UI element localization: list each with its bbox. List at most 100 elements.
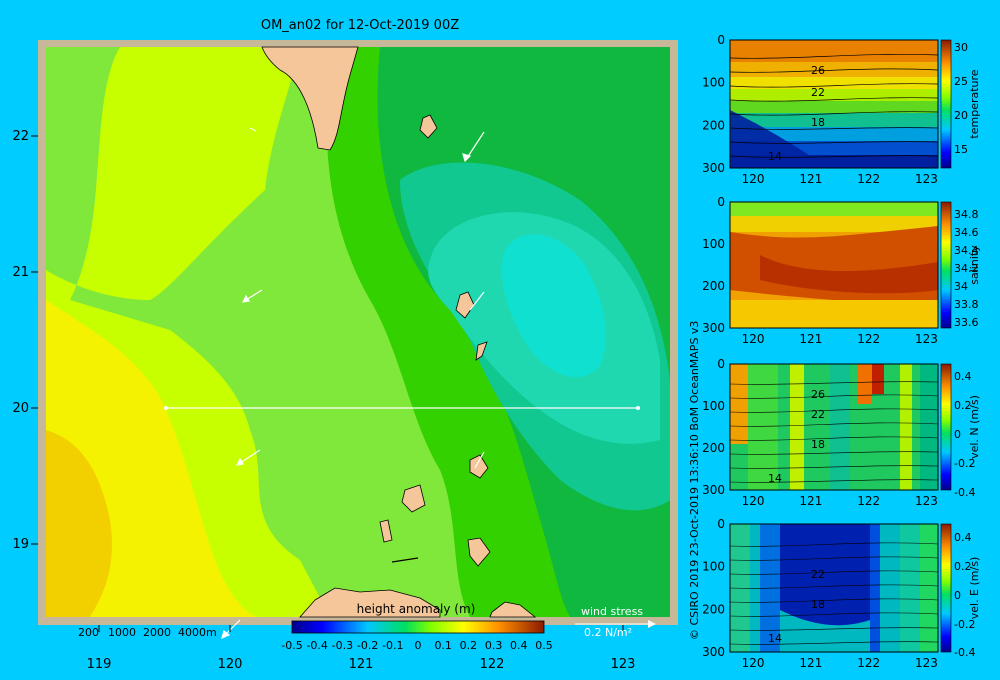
map-x-tick: 120 — [218, 657, 243, 672]
panel-depth-tick: 300 — [702, 161, 725, 175]
contour-label: 18 — [811, 438, 825, 451]
panel-depth-tick: 300 — [702, 483, 725, 497]
colorbar-tick: 0.4 — [510, 639, 528, 652]
contour-label: 14 — [768, 632, 782, 645]
panel-lon-tick: 121 — [799, 172, 822, 186]
panel-lon-tick: 122 — [857, 494, 880, 508]
panel-depth-tick: 200 — [702, 441, 725, 455]
figure: OM_an02 for 12-Oct-2019 00Z 119 120 121 … — [12, 18, 981, 672]
depth-label: 2000 — [143, 626, 171, 639]
map-panel: 119 120 121 122 123 22 21 20 19 200 1000… — [12, 40, 678, 672]
cbar-tick: 34 — [954, 280, 968, 293]
panel-depth-tick: 300 — [702, 645, 725, 659]
panel-lon-tick: 123 — [915, 332, 938, 346]
contour-label: 18 — [811, 598, 825, 611]
panel-depth-tick: 100 — [702, 560, 725, 574]
panel-lon-tick: 120 — [742, 656, 765, 670]
panel-depth-tick: 300 — [702, 321, 725, 335]
cbar-tick: 34.8 — [954, 208, 979, 221]
colorbar-tick: 0.3 — [485, 639, 503, 652]
panel-depth-tick: 200 — [702, 118, 725, 132]
credit-text: © CSIRO 2019 23-Oct-2019 13:36:10 BoM Oc… — [688, 321, 701, 640]
panel-lon-tick: 120 — [742, 172, 765, 186]
panel-lon-tick: 122 — [857, 172, 880, 186]
colorbar-tick: -0.2 — [357, 639, 378, 652]
cbar-tick: 25 — [954, 75, 968, 88]
panel-depth-tick: 100 — [702, 76, 725, 90]
panel-ylabel: vel. E (m/s) — [968, 557, 981, 620]
wind-stress-label: wind stress — [581, 605, 643, 618]
panel-ylabel: vel. N (m/s) — [968, 395, 981, 459]
depth-legend: 200 1000 2000 4000m — [78, 626, 217, 639]
panel-depth-tick: 0 — [717, 33, 725, 47]
depth-label: 1000 — [108, 626, 136, 639]
depth-label: 200 — [78, 626, 99, 639]
cbar-tick: 15 — [954, 143, 968, 156]
depth-label: 4000m — [178, 626, 217, 639]
cbar-tick: 20 — [954, 109, 968, 122]
colorbar-title: height anomaly (m) — [357, 602, 476, 616]
panel-temperature: 26 22 18 14 30 25 20 15 temperature — [729, 39, 981, 169]
panel-depth-tick: 200 — [702, 602, 725, 616]
cbar-tick: 33.8 — [954, 298, 979, 311]
map-y-tick: 19 — [12, 537, 29, 552]
panel-lon-tick: 122 — [857, 332, 880, 346]
cbar-tick: -0.4 — [954, 646, 975, 659]
colorbar-tick: 0.5 — [535, 639, 553, 652]
cbar-tick: 0 — [954, 428, 961, 441]
map-x-tick: 122 — [480, 657, 505, 672]
panel-lon-tick: 121 — [799, 332, 822, 346]
contour-label: 22 — [811, 568, 825, 581]
cbar-tick: 34.6 — [954, 226, 979, 239]
contour-label: 22 — [811, 408, 825, 421]
panel-depth-tick: 100 — [702, 399, 725, 413]
cbar-tick: 30 — [954, 41, 968, 54]
panel-ylabel: temperature — [968, 69, 981, 138]
panel-salinity: 34.8 34.6 34.4 34.2 34 33.8 33.6 salinit… — [729, 201, 981, 329]
map-x-tick: 121 — [349, 657, 374, 672]
panel-lon-tick: 123 — [915, 172, 938, 186]
map-y-tick: 21 — [12, 265, 29, 280]
colorbar-tick: -0.1 — [382, 639, 403, 652]
map-y-tick: 20 — [12, 401, 29, 416]
panel-depth-tick: 100 — [702, 237, 725, 251]
contour-label: 22 — [811, 86, 825, 99]
panel-depth-tick: 200 — [702, 279, 725, 293]
panel-lon-tick: 122 — [857, 656, 880, 670]
panel-depth-tick: 0 — [717, 195, 725, 209]
cbar-tick: 0.4 — [954, 370, 972, 383]
panel-ylabel: salinity — [968, 245, 981, 285]
panel-depth-tick: 0 — [717, 357, 725, 371]
panel-lon-tick: 120 — [742, 494, 765, 508]
colorbar-tick: -0.4 — [306, 639, 327, 652]
panel-lon-tick: 123 — [915, 494, 938, 508]
contour-label: 18 — [811, 116, 825, 129]
cbar-tick: 0 — [954, 589, 961, 602]
contour-label: 14 — [768, 472, 782, 485]
cbar-tick: 33.6 — [954, 316, 979, 329]
panel-lon-tick: 120 — [742, 332, 765, 346]
contour-label: 26 — [811, 64, 825, 77]
map-x-axis: 119 120 121 122 123 — [87, 657, 636, 672]
colorbar-tick: 0.2 — [460, 639, 478, 652]
colorbar-tick: -0.3 — [332, 639, 353, 652]
colorbar-tick: 0.1 — [434, 639, 452, 652]
map-x-tick: 119 — [87, 657, 112, 672]
map-y-axis: 22 21 20 19 — [12, 129, 29, 552]
panel-lon-tick: 121 — [799, 494, 822, 508]
panel-depth-tick: 0 — [717, 517, 725, 531]
wind-stress-value: 0.2 N/m² — [584, 626, 632, 639]
cbar-tick: 0.4 — [954, 531, 972, 544]
colorbar-tick: -0.5 — [281, 639, 302, 652]
colorbar-tick: 0 — [415, 639, 422, 652]
map-x-tick: 123 — [611, 657, 636, 672]
panel-vel-n: 26 22 18 14 0.4 0.2 0 -0.2 -0.4 vel. N (… — [729, 363, 981, 499]
contour-label: 14 — [768, 150, 782, 163]
contour-label: 26 — [811, 388, 825, 401]
panel-lon-tick: 123 — [915, 656, 938, 670]
panel-lon-tick: 121 — [799, 656, 822, 670]
panel-vel-e: 22 18 14 0.4 0.2 0 -0.2 -0.4 vel. E (m/s… — [729, 523, 981, 659]
cbar-tick: -0.4 — [954, 486, 975, 499]
map-y-tick: 22 — [12, 129, 29, 144]
figure-title: OM_an02 for 12-Oct-2019 00Z — [261, 18, 459, 33]
